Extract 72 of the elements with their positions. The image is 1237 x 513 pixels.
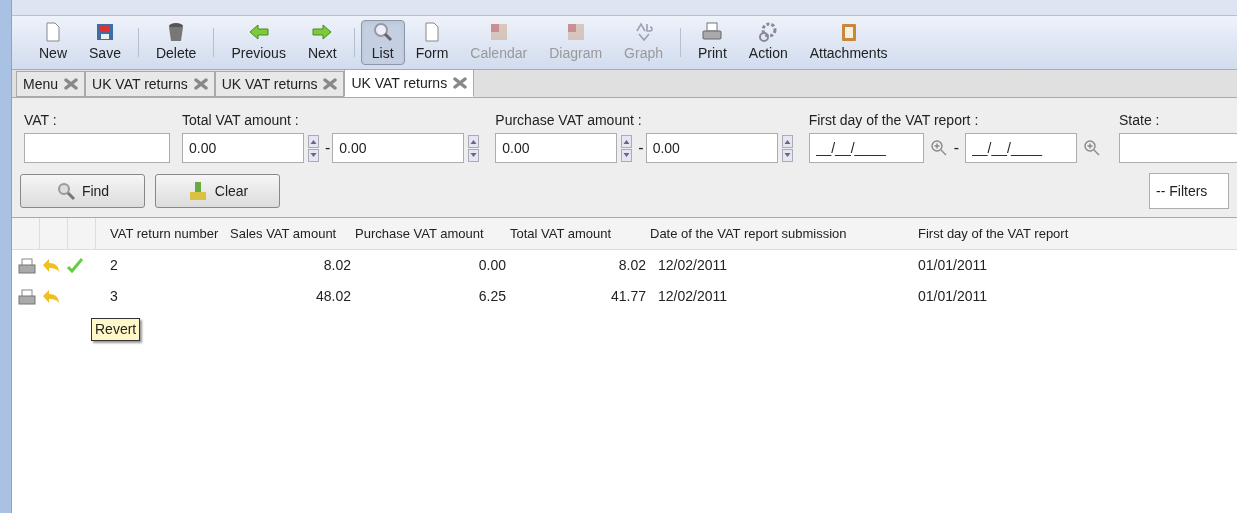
range-dash: - <box>953 138 959 158</box>
range-dash: - <box>325 138 331 158</box>
revert-arrow-icon[interactable] <box>42 257 60 274</box>
table-cell-text: 41.77 <box>609 287 646 306</box>
find-button[interactable]: Find <box>20 174 145 208</box>
tab[interactable]: UK VAT returns <box>214 71 345 97</box>
table-cell-text: 8.02 <box>617 256 646 275</box>
input-field[interactable]: 0.00 <box>495 133 618 163</box>
toolbar-button[interactable]: Save <box>78 20 132 65</box>
input-field[interactable]: 0.00 <box>332 133 465 163</box>
close-icon[interactable] <box>64 78 79 90</box>
toolbar-button[interactable]: Previous <box>220 20 297 65</box>
spinner-arrows[interactable] <box>468 134 480 162</box>
search-icon <box>371 21 394 43</box>
input-field[interactable] <box>24 133 170 163</box>
table-cell-text: 12/02/2011 <box>657 287 729 306</box>
input-field[interactable]: 0.00 <box>182 133 304 163</box>
table-cell-text: 01/01/2011 <box>917 287 989 306</box>
filter-label: Purchase VAT amount : <box>495 111 643 130</box>
table-cell-text: 01/01/2011 <box>917 256 989 275</box>
toolbar-button[interactable]: New <box>28 20 78 65</box>
input-field[interactable]: __/__/____ <box>965 133 1077 163</box>
filter-label: VAT : <box>24 111 58 130</box>
printer-icon <box>701 21 724 43</box>
toolbar-button[interactable]: Next <box>296 20 348 65</box>
right-arrow-icon <box>311 21 334 43</box>
column-header[interactable]: Total VAT amount <box>506 223 646 244</box>
filter-label: First day of the VAT report : <box>808 111 980 130</box>
filter-label: Total VAT amount : <box>182 111 300 130</box>
tooltip: Revert <box>91 318 141 341</box>
table-cell-text: 2 <box>109 256 119 275</box>
column-header[interactable]: Sales VAT amount <box>226 223 351 244</box>
column-header[interactable]: VAT return number <box>106 223 226 244</box>
search-icon <box>55 181 76 201</box>
input-field[interactable] <box>1119 133 1237 163</box>
toolbar-button[interactable]: Action <box>737 20 799 65</box>
toolbar-button[interactable]: Print <box>687 20 738 65</box>
table-cell-text: 0.00 <box>477 256 506 275</box>
close-icon[interactable] <box>323 78 338 90</box>
tab[interactable]: UK VAT returns <box>85 71 215 97</box>
clear-button[interactable]: Clear <box>155 174 280 208</box>
spinner-arrows[interactable] <box>781 134 793 162</box>
left-arrow-icon <box>247 21 270 43</box>
toolbar-button[interactable]: Delete <box>144 20 208 65</box>
filters-dropdown[interactable]: -- Filters <box>1149 173 1229 209</box>
close-icon[interactable] <box>193 78 208 90</box>
table-cell-text: 8.02 <box>322 256 351 275</box>
column-header[interactable]: First day of the VAT report <box>914 223 1134 244</box>
table-cell-text: 48.02 <box>314 287 351 306</box>
input-field[interactable]: __/__/____ <box>808 133 924 163</box>
table-cell-text: 6.25 <box>477 287 506 306</box>
zoom-in-icon[interactable] <box>1083 139 1101 157</box>
spinner-arrows[interactable] <box>308 134 319 162</box>
table-cell-text: 12/02/2011 <box>657 256 729 275</box>
zoom-in-icon[interactable] <box>929 139 948 157</box>
range-dash: - <box>638 138 644 158</box>
toolbar-button[interactable]: Attachments <box>798 20 899 65</box>
tab[interactable]: UK VAT returns <box>344 69 475 97</box>
toolbar-button[interactable]: Form <box>404 20 460 65</box>
table-cell-text: 3 <box>109 287 119 306</box>
tab[interactable]: Menu <box>16 71 86 97</box>
column-header[interactable]: Purchase VAT amount <box>351 223 506 244</box>
input-field[interactable]: 0.00 <box>645 133 778 163</box>
filter-label: State : <box>1119 111 1161 130</box>
toolbar-button[interactable]: List <box>360 20 405 65</box>
printer-icon[interactable] <box>18 288 36 305</box>
close-icon[interactable] <box>453 77 468 89</box>
check-icon <box>66 257 84 274</box>
spinner-arrows[interactable] <box>621 134 633 162</box>
printer-icon[interactable] <box>18 257 36 274</box>
revert-arrow-icon[interactable] <box>42 288 60 305</box>
column-header[interactable]: Date of the VAT report submission <box>646 223 914 244</box>
